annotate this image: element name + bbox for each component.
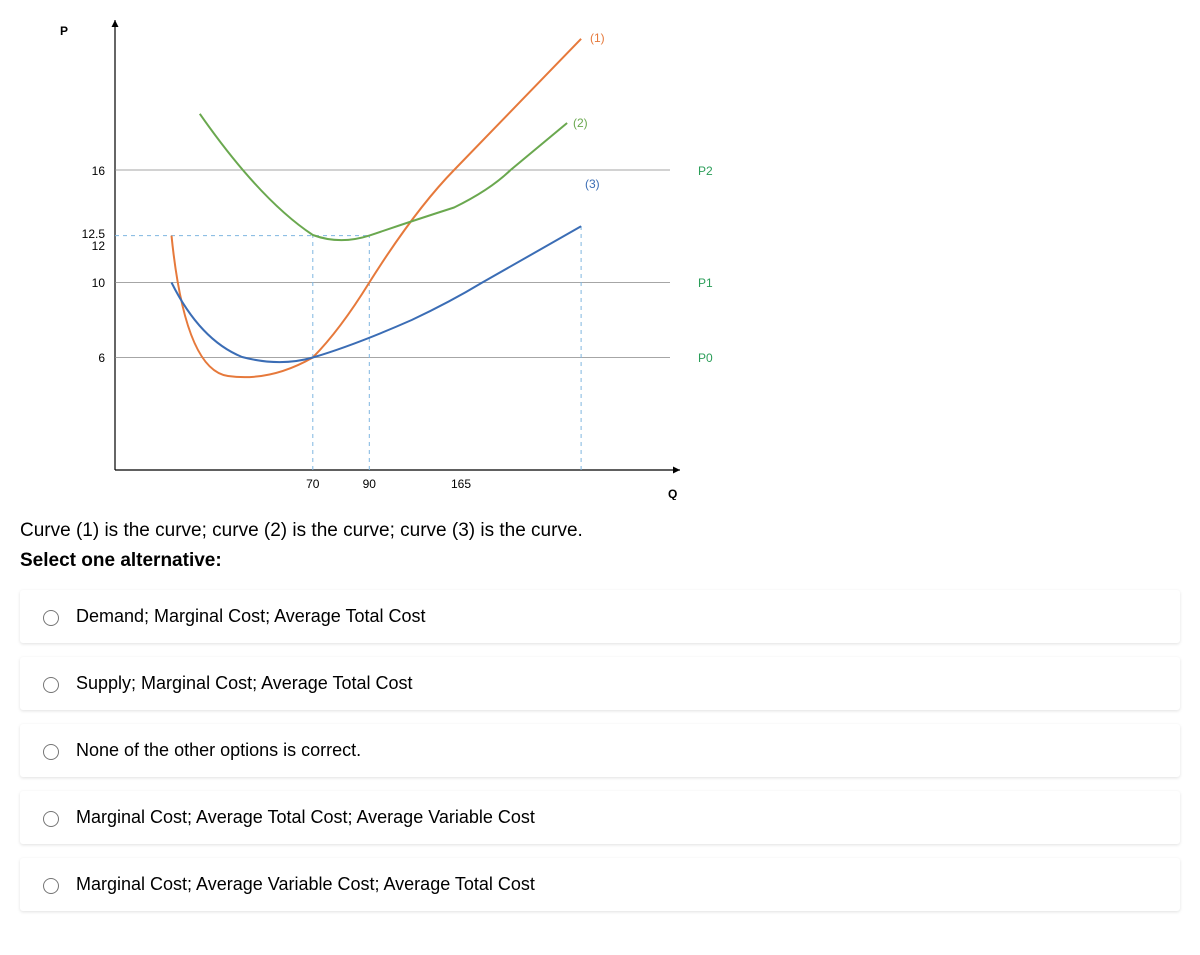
y-tick-10: 10 xyxy=(92,276,106,290)
cost-curves-chart: 6 10 12 12.5 16 70 90 165 P Q (1) (2) (3… xyxy=(20,10,720,500)
question-prompt: Select one alternative: xyxy=(20,550,1180,572)
option-row[interactable]: Marginal Cost; Average Total Cost; Avera… xyxy=(20,791,1180,844)
curve-label-2: (2) xyxy=(573,116,588,130)
option-label: Demand; Marginal Cost; Average Total Cos… xyxy=(76,606,426,627)
option-row[interactable]: Marginal Cost; Average Variable Cost; Av… xyxy=(20,858,1180,911)
price-label-p2: P2 xyxy=(698,164,713,178)
curve-1-mc xyxy=(172,39,582,377)
curve-label-1: (1) xyxy=(590,31,605,45)
y-tick-12-5: 12.5 xyxy=(82,227,106,241)
price-label-p1: P1 xyxy=(698,276,713,290)
x-tick-90: 90 xyxy=(363,477,377,491)
x-tick-70: 70 xyxy=(306,477,320,491)
option-label: Marginal Cost; Average Total Cost; Avera… xyxy=(76,807,535,828)
x-tick-165: 165 xyxy=(451,477,471,491)
option-radio[interactable] xyxy=(43,677,59,693)
y-tick-6: 6 xyxy=(98,351,105,365)
option-label: None of the other options is correct. xyxy=(76,740,361,761)
y-tick-16: 16 xyxy=(92,164,106,178)
option-radio[interactable] xyxy=(43,878,59,894)
option-row[interactable]: Supply; Marginal Cost; Average Total Cos… xyxy=(20,657,1180,710)
y-tick-12: 12 xyxy=(92,239,106,253)
question-text: Curve (1) is the curve; curve (2) is the… xyxy=(20,520,1180,542)
option-row[interactable]: Demand; Marginal Cost; Average Total Cos… xyxy=(20,590,1180,643)
option-row[interactable]: None of the other options is correct. xyxy=(20,724,1180,777)
y-axis-label: P xyxy=(60,24,68,38)
price-label-p0: P0 xyxy=(698,351,713,365)
curve-2-atc xyxy=(200,114,567,240)
option-label: Supply; Marginal Cost; Average Total Cos… xyxy=(76,673,413,694)
curve-label-3: (3) xyxy=(585,177,600,191)
curve-3-avc xyxy=(172,226,582,362)
option-label: Marginal Cost; Average Variable Cost; Av… xyxy=(76,874,535,895)
option-radio[interactable] xyxy=(43,744,59,760)
option-radio[interactable] xyxy=(43,811,59,827)
x-axis-label: Q xyxy=(668,487,677,500)
option-radio[interactable] xyxy=(43,610,59,626)
